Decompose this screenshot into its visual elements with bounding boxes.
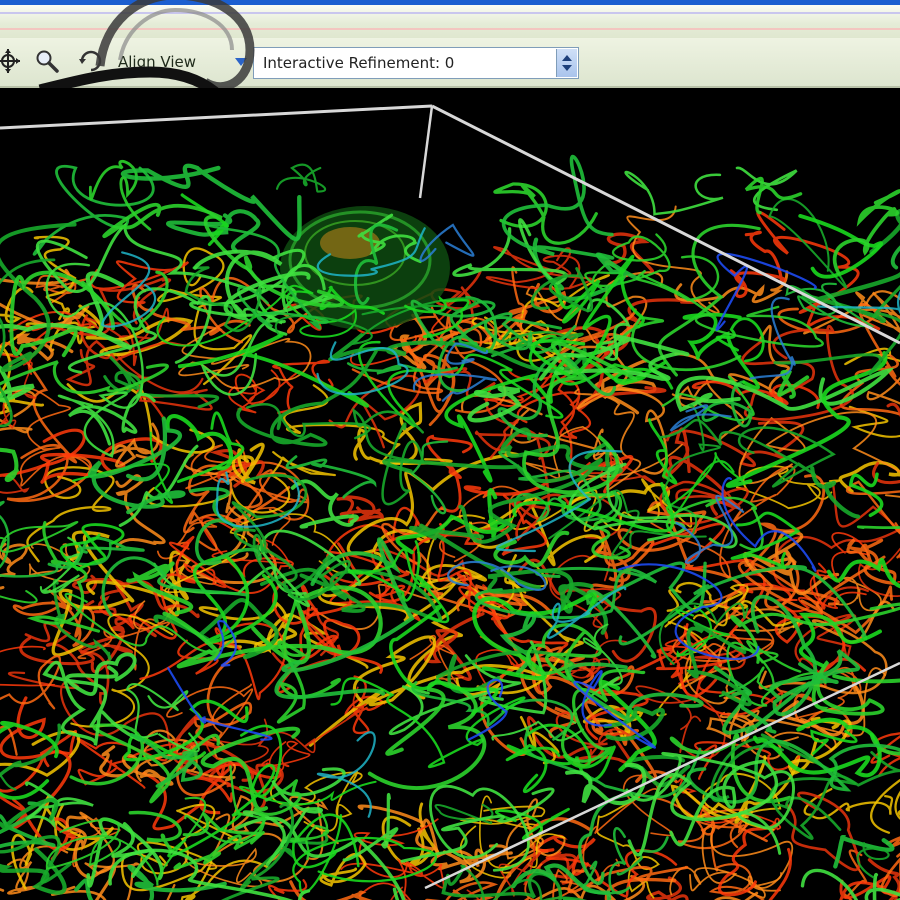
streamline	[275, 163, 327, 193]
streamline	[426, 434, 473, 513]
spin-up-icon[interactable]	[562, 55, 572, 61]
interactive-refinement-value: Interactive Refinement: 0	[263, 54, 455, 72]
titlebar-accent-stripe	[0, 12, 900, 14]
streamline	[624, 170, 724, 216]
streamline-visualization[interactable]	[0, 88, 900, 900]
zoom-icon[interactable]	[34, 48, 60, 74]
streamline	[35, 274, 88, 304]
streamline	[316, 731, 376, 818]
streamline	[0, 696, 77, 861]
interactive-refinement-spinbox[interactable]: Interactive Refinement: 0	[253, 47, 579, 79]
streamline	[261, 740, 311, 773]
move-icon[interactable]	[0, 48, 21, 74]
streamline	[390, 886, 480, 900]
align-view-button[interactable]: Align View	[112, 48, 202, 76]
refinement-spin-buttons[interactable]	[556, 49, 577, 77]
streamline	[689, 825, 793, 892]
3d-viewport[interactable]	[0, 88, 900, 900]
rotate-icon[interactable]	[78, 48, 104, 74]
spin-down-icon[interactable]	[562, 65, 572, 71]
window-titlebar	[0, 0, 900, 38]
toolbar: Align View Interactive Refinement: 0	[0, 38, 900, 88]
titlebar-accent-stripe-2	[0, 28, 900, 30]
align-view-chevron-icon[interactable]	[228, 50, 254, 76]
streamline	[36, 221, 265, 294]
streamline	[434, 803, 494, 825]
streamline	[891, 245, 900, 270]
